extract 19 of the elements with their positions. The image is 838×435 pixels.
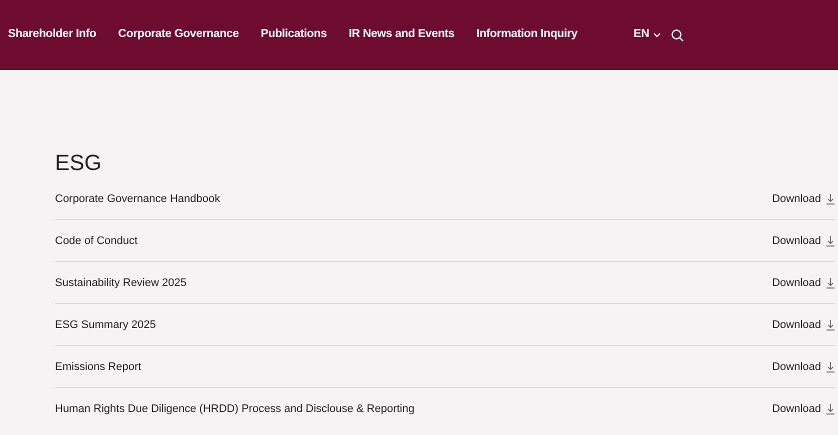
download-link[interactable]: Download <box>772 190 835 208</box>
document-title: ESG Summary 2025 <box>55 318 156 333</box>
document-title: Human Rights Due Diligence (HRDD) Process and Disclouse & Reporting <box>55 402 414 418</box>
section-title: ESG <box>54 150 102 176</box>
document-title: Sustainability Review 2025 <box>55 276 186 291</box>
download-link[interactable]: Download <box>772 401 835 418</box>
nav-link[interactable]: Shareholder Info <box>8 26 96 44</box>
download-link[interactable]: Download <box>772 274 835 292</box>
nav-link[interactable]: Corporate Governance <box>118 26 239 44</box>
download-link[interactable]: Download <box>772 316 835 334</box>
document-title: Code of Conduct <box>55 234 138 249</box>
download-link[interactable]: Download <box>772 358 835 376</box>
document-title: Corporate Governance Handbook <box>55 192 220 207</box>
nav-link[interactable]: Information Inquiry <box>476 26 578 44</box>
nav-link[interactable]: IR News and Events <box>348 26 454 44</box>
nav-link[interactable]: Publications <box>260 26 327 44</box>
download-link[interactable]: Download <box>772 232 835 250</box>
language-selector[interactable]: EN <box>633 26 662 44</box>
document-title: Emissions Report <box>55 360 142 375</box>
